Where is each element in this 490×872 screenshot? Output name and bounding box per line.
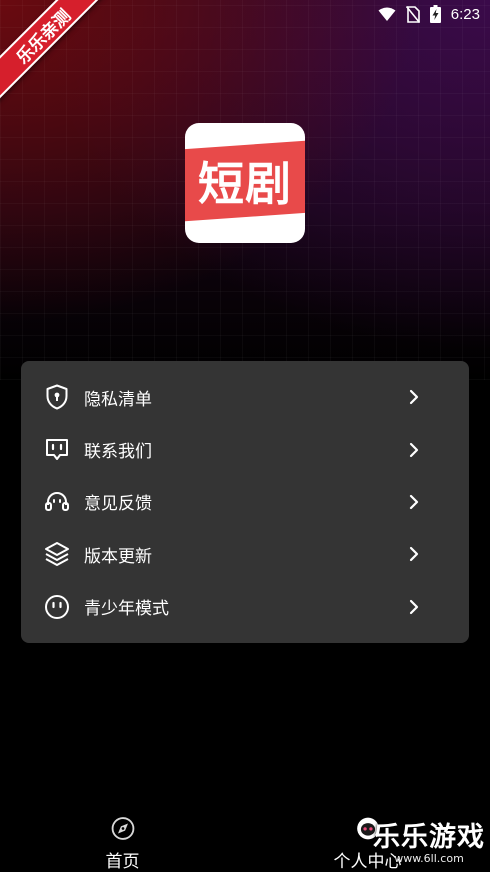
ribbon-text: 乐乐亲测 (0, 0, 110, 103)
logo-band: 短剧 (185, 140, 305, 222)
layers-icon (43, 540, 71, 568)
wifi-icon (378, 7, 396, 21)
headset-icon (43, 488, 71, 516)
menu-label: 版本更新 (84, 546, 152, 567)
nav-home[interactable]: 首页 (0, 792, 245, 872)
menu-item-privacy[interactable]: 隐私清单 (21, 371, 469, 423)
smile-face-icon (43, 593, 71, 621)
chevron-right-icon (409, 599, 419, 614)
chevron-right-icon (409, 442, 419, 457)
menu-label: 意见反馈 (84, 494, 152, 515)
watermark-title: 乐乐游戏 (373, 822, 485, 853)
nav-home-label: 首页 (105, 852, 140, 872)
battery-charging-icon (429, 5, 441, 23)
menu-item-contact[interactable]: 联系我们 (21, 423, 469, 475)
corner-ribbon: 乐乐亲测 (0, 0, 110, 110)
menu-item-feedback[interactable]: 意见反馈 (21, 476, 469, 528)
status-bar: 6:23 (290, 0, 490, 28)
chevron-right-icon (409, 494, 419, 510)
no-sim-icon (405, 5, 420, 23)
app-logo: 短剧 (185, 123, 305, 243)
status-time: 6:23 (450, 5, 480, 23)
menu-item-teen-mode[interactable]: 青少年模式 (21, 581, 469, 633)
watermark: 乐乐游戏 www.6ll.com (370, 820, 488, 868)
shield-lock-icon (43, 383, 71, 411)
settings-menu: 隐私清单 联系我们 意见反馈 版本更新 青少年模式 (21, 361, 469, 643)
chevron-right-icon (409, 547, 419, 562)
menu-label: 青少年模式 (84, 599, 169, 620)
menu-item-update[interactable]: 版本更新 (21, 528, 469, 580)
menu-label: 隐私清单 (84, 389, 152, 410)
chevron-right-icon (409, 390, 419, 405)
logo-text: 短剧 (198, 157, 292, 211)
chat-icon (43, 436, 71, 464)
compass-icon (111, 817, 134, 840)
menu-label: 联系我们 (84, 442, 152, 463)
watermark-url: www.6ll.com (394, 852, 464, 865)
